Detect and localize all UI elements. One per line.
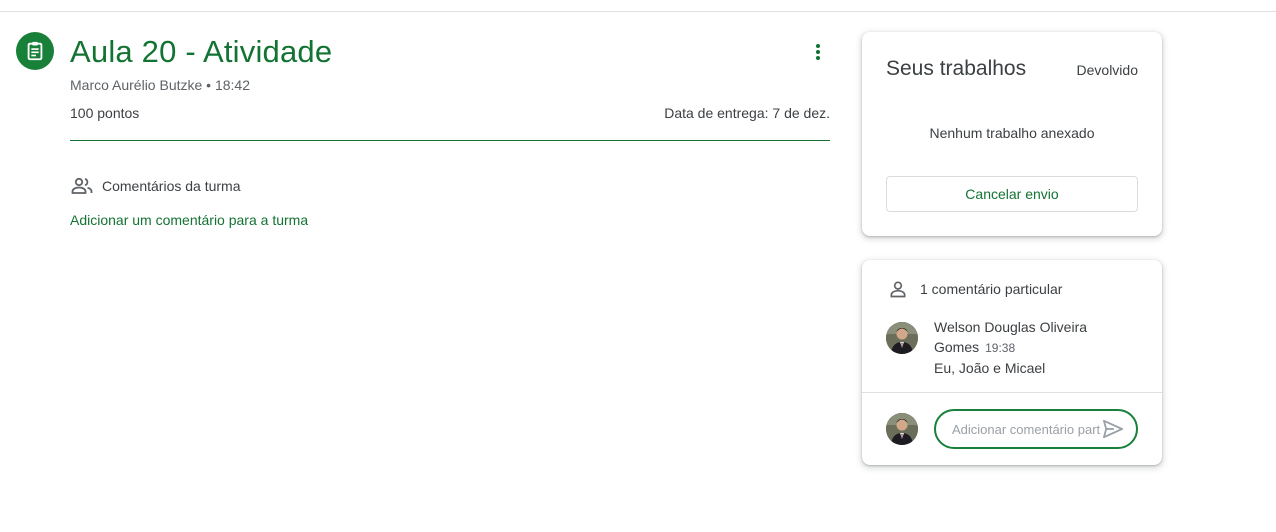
avatar [886, 322, 918, 354]
person-icon [890, 281, 906, 298]
private-comments-divider [862, 392, 1162, 393]
more-options-button[interactable] [806, 40, 830, 64]
private-comment-input-container [934, 409, 1138, 449]
send-comment-button[interactable] [1100, 416, 1126, 442]
private-comment-input[interactable] [952, 421, 1100, 437]
no-work-attached-text: Nenhum trabalho anexado [929, 125, 1095, 141]
assignment-meta: Marco Aurélio Butzke • 18:42 [70, 77, 250, 93]
assignment-icon [16, 32, 54, 70]
top-divider [0, 11, 1276, 12]
your-work-card: Seus trabalhos Devolvido Nenhum trabalho… [862, 32, 1162, 236]
work-status-badge: Devolvido [1076, 62, 1138, 78]
private-comment: Welson Douglas Oliveira Gomes 19:38 Eu, J… [934, 317, 1134, 378]
private-comments-count: 1 comentário particular [920, 281, 1063, 297]
your-work-title: Seus trabalhos [886, 57, 1027, 80]
assignment-title: Aula 20 - Atividade [70, 34, 333, 69]
comment-time: 19:38 [985, 341, 1016, 355]
assignment-points: 100 pontos [70, 105, 140, 121]
assignment-due-date: Data de entrega: 7 de dez. [664, 105, 830, 121]
private-comments-header: 1 comentário particular [888, 279, 1062, 299]
more-vert-icon [816, 44, 820, 60]
add-class-comment-link[interactable]: Adicionar um comentário para a turma [70, 212, 308, 228]
header-divider [70, 140, 830, 141]
unsubmit-button[interactable]: Cancelar envio [886, 176, 1138, 212]
comment-text: Eu, João e Micael [934, 360, 1046, 376]
class-comments-label: Comentários da turma [102, 178, 241, 194]
class-comments-header: Comentários da turma [70, 174, 241, 198]
send-icon [1102, 419, 1123, 439]
private-comments-card: 1 comentário particular Welson Douglas O… [862, 260, 1162, 465]
people-icon [71, 177, 93, 194]
current-user-avatar [886, 413, 918, 445]
